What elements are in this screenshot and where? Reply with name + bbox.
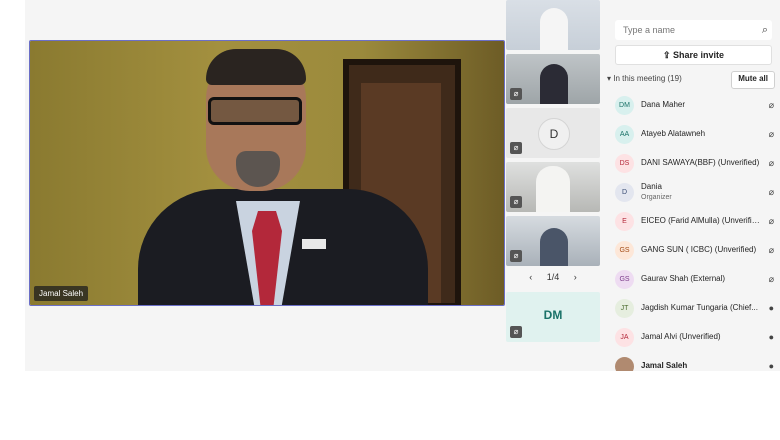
thumbnail-pager: ‹ 1/4 › [506,272,600,282]
next-page-button[interactable]: › [574,272,577,282]
video-thumbnail[interactable] [506,0,600,50]
participant-row[interactable]: GS Gaurav Shah (External) ⌀ [605,267,780,293]
participant-row[interactable]: AA Atayeb Alatawneh ⌀ [605,122,780,148]
participant-figure [536,166,570,212]
participant-name: Jamal Alvi (Unverified) [641,332,721,341]
avatar: GS [615,241,634,260]
participant-row[interactable]: D Dania Organizer ⌀ [605,180,780,206]
mic-muted-icon: ⌀ [768,158,774,168]
in-meeting-count: In this meeting (19) [613,74,682,83]
avatar: E [615,212,634,231]
share-invite-button[interactable]: ⇪ Share invite [615,45,772,65]
search-placeholder: Type a name [623,25,676,35]
participant-name: GANG SUN ( ICBC) (Unverified) [641,245,757,254]
mic-icon: ● [768,303,774,313]
in-meeting-label: ▾ In this meeting (19) [607,74,682,83]
mic-muted-icon: ⌀ [510,88,522,100]
page-indicator: 1/4 [546,272,560,282]
video-thumbnail[interactable]: ⌀ [506,54,600,104]
video-thumbnail[interactable]: DM ⌀ [506,292,600,342]
mic-muted-icon: ⌀ [768,274,774,284]
speaker-hair [206,49,306,85]
participant-name: Atayeb Alatawneh [641,129,706,138]
participant-name: Gaurav Shah (External) [641,274,726,283]
lapel-flag-pin [302,239,326,249]
participant-row[interactable]: JT Jagdish Kumar Tungaria (Chief... ● [605,296,780,322]
share-invite-label: Share invite [673,50,725,60]
mic-icon: ● [768,332,774,342]
participant-figure [540,8,568,50]
participant-name: Dania [641,182,662,191]
participant-figure [540,64,568,104]
mic-muted-icon: ⌀ [768,245,774,255]
mic-muted-icon: ⌀ [768,100,774,110]
avatar: JT [615,299,634,318]
participant-name: Jagdish Kumar Tungaria (Chief... [641,303,758,312]
participant-role: Organizer [641,194,672,201]
participant-name: Dana Maher [641,100,686,109]
participants-panel: Type a name ⌕ ⇪ Share invite ▾ In this m… [605,0,780,371]
video-thumbnail[interactable]: ⌀ [506,216,600,266]
video-thumbnail[interactable]: ⌀ [506,162,600,212]
participant-row[interactable]: E EICEO (Farid AlMulla) (Unverified) ⌀ [605,209,780,235]
previous-page-button[interactable]: ‹ [529,272,532,282]
speaker-glasses [208,97,302,125]
avatar: GS [615,270,634,289]
main-video-stage[interactable]: Jamal Saleh [29,40,505,306]
search-icon: ⌕ [761,24,768,36]
avatar: DM [543,308,563,322]
participant-name: DANI SAWAYA(BBF) (Unverified) [641,158,760,167]
avatar: DM [615,96,634,115]
participant-row[interactable]: DS DANI SAWAYA(BBF) (Unverified) ⌀ [605,151,780,177]
search-input[interactable]: Type a name ⌕ [615,20,772,40]
participant-name: EICEO (Farid AlMulla) (Unverified) [641,216,761,225]
mic-muted-icon: ⌀ [510,142,522,154]
mic-muted-icon: ⌀ [768,216,774,226]
mute-all-button[interactable]: Mute all [731,71,775,89]
mic-muted-icon: ⌀ [510,196,522,208]
avatar: D [538,118,570,150]
participant-name: Jamal Saleh [641,361,688,370]
video-thumbnail[interactable]: D ⌀ [506,108,600,158]
participant-figure [540,228,568,266]
speaker-name-tag: Jamal Saleh [34,286,89,301]
share-icon: ⇪ [662,50,673,60]
participant-row[interactable]: GS GANG SUN ( ICBC) (Unverified) ⌀ [605,238,780,264]
mic-muted-icon: ⌀ [768,129,774,139]
avatar: AA [615,125,634,144]
participant-row[interactable]: Jamal Saleh ● [605,354,780,371]
mic-muted-icon: ⌀ [510,250,522,262]
avatar: D [615,183,634,202]
participant-row[interactable]: DM Dana Maher ⌀ [605,93,780,119]
in-meeting-section-header[interactable]: ▾ In this meeting (19) Mute all [607,70,777,89]
mic-icon: ● [768,361,774,371]
video-thumbnail-strip: ⌀ D ⌀ ⌀ ⌀ ‹ 1/4 › DM ⌀ [506,0,602,371]
avatar: DS [615,154,634,173]
mic-muted-icon: ⌀ [510,326,522,338]
mic-muted-icon: ⌀ [768,187,774,197]
avatar [615,357,634,371]
avatar: JA [615,328,634,347]
meeting-window: Jamal Saleh ⌀ D ⌀ ⌀ ⌀ ‹ 1/4 › DM ⌀ Type … [25,0,780,371]
participant-row[interactable]: JA Jamal Alvi (Unverified) ● [605,325,780,351]
